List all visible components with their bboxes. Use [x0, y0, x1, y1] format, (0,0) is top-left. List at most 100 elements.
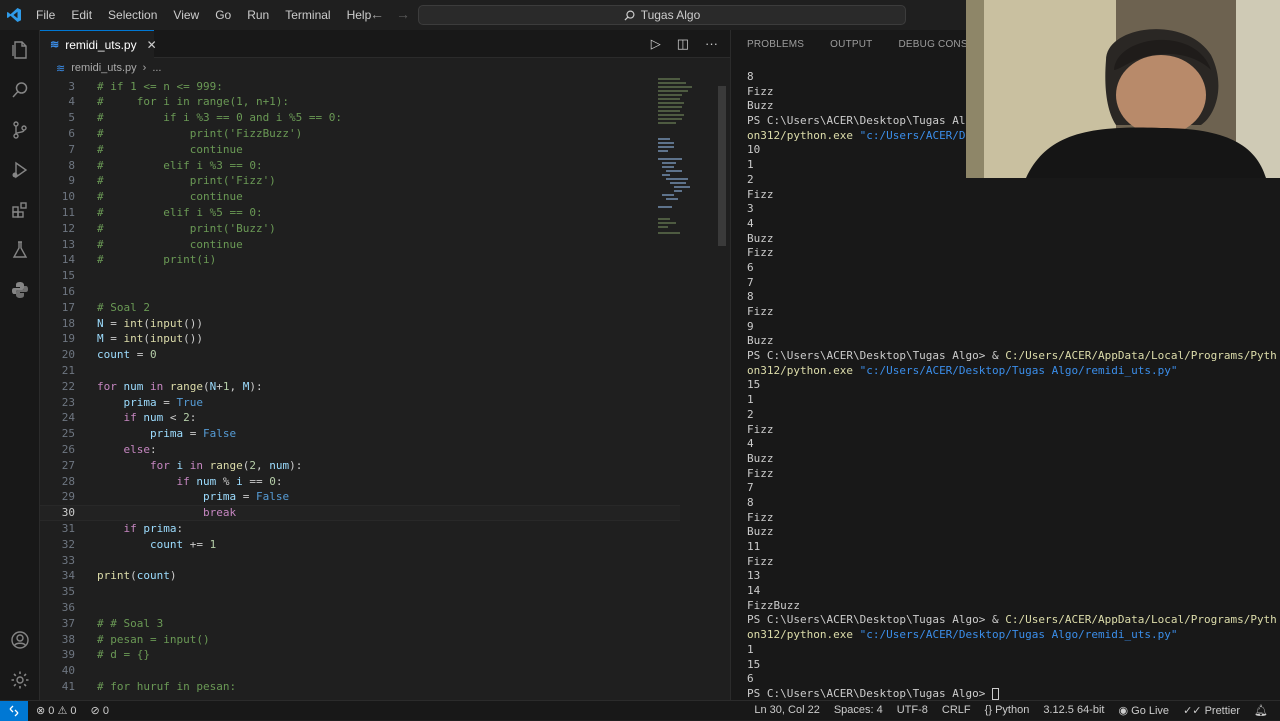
code-line[interactable]: 34 print(count) [40, 568, 680, 584]
account-icon[interactable] [8, 628, 32, 652]
code-line[interactable]: 27 for i in range(2, num): [40, 457, 680, 473]
minimap[interactable] [656, 78, 716, 238]
explorer-icon[interactable] [8, 38, 32, 62]
breadcrumb-more[interactable]: ... [152, 62, 161, 74]
terminal-cursor [992, 687, 1000, 700]
code-line[interactable]: 12 # print('Buzz') [40, 220, 680, 236]
line-number: 13 [61, 237, 75, 251]
code-text: # print(i) [97, 253, 217, 267]
code-line[interactable]: 23 prima = True [40, 394, 680, 410]
forward-arrow-icon[interactable]: → [396, 6, 410, 22]
tab-problems[interactable]: PROBLEMS [731, 39, 814, 50]
line-endings[interactable]: CRLF [942, 704, 971, 717]
code-line[interactable]: 39 # d = {} [40, 647, 680, 663]
code-line[interactable]: 7 # continue [40, 141, 680, 157]
notifications-bell-icon[interactable]: 🔔︎ [1254, 704, 1268, 717]
code-line[interactable]: 33 [40, 552, 680, 568]
code-line[interactable]: 6 # print('FizzBuzz') [40, 125, 680, 141]
terminal-line: Buzz [747, 231, 774, 245]
code-line[interactable]: 35 [40, 584, 680, 600]
remote-indicator-icon[interactable] [0, 700, 28, 721]
code-line[interactable]: 40 [40, 663, 680, 679]
code-line[interactable]: 10 # continue [40, 189, 680, 205]
back-arrow-icon[interactable]: ← [370, 6, 384, 22]
code-line[interactable]: 22 for num in range(N+1, M): [40, 378, 680, 394]
go-live-button[interactable]: ◉ Go Live [1118, 704, 1169, 717]
language-mode[interactable]: {} Python [985, 704, 1030, 717]
code-line[interactable]: 5 # if i %3 == 0 and i %5 == 0: [40, 110, 680, 126]
interpreter-version[interactable]: 3.12.5 64-bit [1043, 704, 1104, 717]
code-line[interactable]: 36 [40, 599, 680, 615]
menu-selection[interactable]: Selection [100, 0, 165, 30]
code-line[interactable]: 24 if num < 2: [40, 410, 680, 426]
breadcrumb: ≋ remidi_uts.py › ... [40, 58, 730, 78]
code-line[interactable]: 38 # pesan = input() [40, 631, 680, 647]
terminal-line: 4 [747, 216, 754, 230]
code-line[interactable]: 31 if prima: [40, 520, 680, 536]
close-icon[interactable]: ✕ [147, 38, 157, 52]
terminal-line: Fizz [747, 246, 774, 260]
line-number: 21 [61, 363, 75, 377]
line-number: 28 [61, 474, 75, 488]
code-line[interactable]: 8 # elif i %3 == 0: [40, 157, 680, 173]
testing-flask-icon[interactable] [8, 238, 32, 262]
menu-terminal[interactable]: Terminal [277, 0, 338, 30]
code-line[interactable]: 20 count = 0 [40, 347, 680, 363]
code-line[interactable]: 3 # if 1 <= n <= 999: [40, 78, 680, 94]
run-debug-icon[interactable] [8, 158, 32, 182]
code-line[interactable]: 17 # Soal 2 [40, 299, 680, 315]
search-sidebar-icon[interactable] [8, 78, 32, 102]
editor-actions: ▷ ◫ ··· [651, 36, 718, 52]
code-line[interactable]: 14 # print(i) [40, 252, 680, 268]
code-line[interactable]: 21 [40, 362, 680, 378]
terminal-line: 6 [747, 260, 754, 274]
code-line[interactable]: 30 break [40, 504, 680, 521]
code-line[interactable]: 29 prima = False [40, 489, 680, 505]
settings-gear-icon[interactable] [8, 668, 32, 692]
code-line[interactable]: 18 N = int(input()) [40, 315, 680, 331]
prettier-button[interactable]: ✓✓ Prettier [1183, 704, 1240, 717]
status-right: Ln 30, Col 22 Spaces: 4 UTF-8 CRLF {} Py… [754, 704, 1268, 717]
menu-edit[interactable]: Edit [63, 0, 100, 30]
line-number: 22 [61, 379, 75, 393]
breadcrumb-file[interactable]: remidi_uts.py [71, 62, 136, 74]
code-text: # if i %3 == 0 and i %5 == 0: [97, 111, 343, 125]
code-line[interactable]: 9 # print('Fizz') [40, 173, 680, 189]
menu-go[interactable]: Go [207, 0, 239, 30]
python-icon[interactable] [8, 278, 32, 302]
encoding[interactable]: UTF-8 [897, 704, 928, 717]
cursor-position[interactable]: Ln 30, Col 22 [754, 704, 819, 717]
tab-output[interactable]: OUTPUT [814, 39, 882, 50]
code-line[interactable]: 4 # for i in range(1, n+1): [40, 94, 680, 110]
line-number: 14 [61, 253, 75, 267]
code-line[interactable]: 15 [40, 268, 680, 284]
extensions-icon[interactable] [8, 198, 32, 222]
code-editor[interactable]: 3 # if 1 <= n <= 999: 4 # for i in range(1,… [40, 78, 730, 700]
command-center-search[interactable]: Tugas Algo [418, 5, 906, 25]
code-line[interactable]: 13 # continue [40, 236, 680, 252]
code-line[interactable]: 28 if num % i == 0: [40, 473, 680, 489]
problems-status[interactable]: ⊗ 0 ⚠ 0 [36, 704, 77, 717]
code-line[interactable]: 11 # elif i %5 == 0: [40, 204, 680, 220]
terminal-line: 9 [747, 319, 754, 333]
split-editor-icon[interactable]: ◫ [677, 36, 689, 52]
code-line[interactable]: 19 M = int(input()) [40, 331, 680, 347]
source-control-icon[interactable] [8, 118, 32, 142]
indentation[interactable]: Spaces: 4 [834, 704, 883, 717]
menu-file[interactable]: File [28, 0, 63, 30]
editor-scrollbar[interactable] [718, 86, 726, 246]
code-line[interactable]: 37 # # Soal 3 [40, 615, 680, 631]
code-line[interactable]: 32 count += 1 [40, 536, 680, 552]
code-line[interactable]: 41 # for huruf in pesan: [40, 678, 680, 694]
run-python-icon[interactable]: ▷ [651, 36, 661, 52]
code-line[interactable]: 16 [40, 283, 680, 299]
code-text: # for huruf in pesan: [97, 679, 237, 693]
code-text: if prima: [123, 521, 184, 535]
code-line[interactable]: 26 else: [40, 441, 680, 457]
code-line[interactable]: 25 prima = False [40, 426, 680, 442]
menu-view[interactable]: View [165, 0, 207, 30]
ports-status[interactable]: ⊘ 0 [91, 704, 109, 717]
tab-remidi-uts[interactable]: ≋ remidi_uts.py ✕ [40, 30, 157, 58]
menu-run[interactable]: Run [239, 0, 277, 30]
more-actions-icon[interactable]: ··· [705, 36, 718, 52]
